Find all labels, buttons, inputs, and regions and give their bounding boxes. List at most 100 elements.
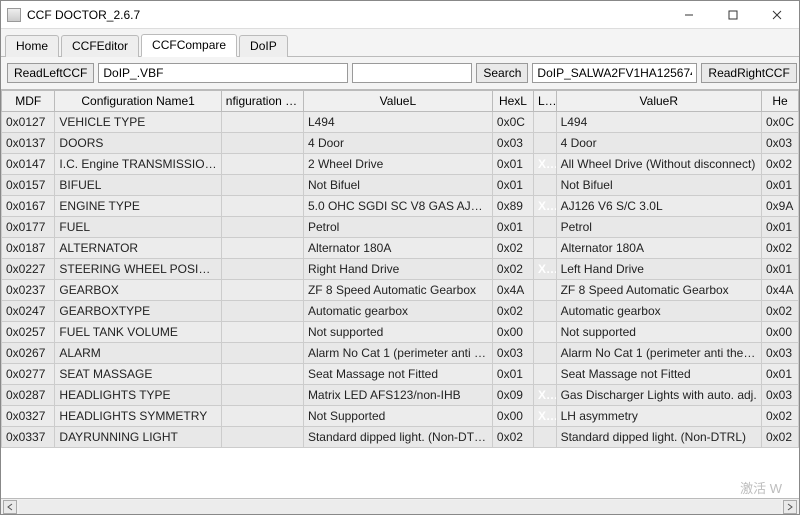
cell-value-l: Not Bifuel xyxy=(303,175,492,196)
cell-mdf: 0x0337 xyxy=(2,427,55,448)
cell-hex-l: 0x4A xyxy=(492,280,533,301)
cell-lr xyxy=(533,343,556,364)
cell-mdf: 0x0127 xyxy=(2,112,55,133)
col-hex-l[interactable]: HexL xyxy=(492,91,533,112)
tab-ccfcompare[interactable]: CCFCompare xyxy=(141,34,237,57)
table-row[interactable]: 0x0137DOORS4 Door0x034 Door0x03 xyxy=(2,133,799,154)
table-row[interactable]: 0x0167ENGINE TYPE5.0 OHC SGDI SC V8 GAS … xyxy=(2,196,799,217)
cell-value-r: Seat Massage not Fitted xyxy=(556,364,761,385)
window-title: CCF DOCTOR_2.6.7 xyxy=(27,8,140,22)
col-hex-r[interactable]: He xyxy=(761,91,798,112)
tab-home[interactable]: Home xyxy=(5,35,59,57)
cell-value-r: AJ126 V6 S/C 3.0L xyxy=(556,196,761,217)
cell-value-r: LH asymmetry xyxy=(556,406,761,427)
cell-config-name1: FUEL xyxy=(55,217,221,238)
cell-config-name2 xyxy=(221,406,303,427)
compare-toolbar: ReadLeftCCF Search ReadRightCCF xyxy=(1,57,799,90)
cell-mdf: 0x0147 xyxy=(2,154,55,175)
minimize-button[interactable] xyxy=(667,1,711,29)
cell-config-name2 xyxy=(221,301,303,322)
cell-config-name1: HEADLIGHTS TYPE xyxy=(55,385,221,406)
cell-mdf: 0x0237 xyxy=(2,280,55,301)
cell-hex-l: 0x01 xyxy=(492,175,533,196)
maximize-button[interactable] xyxy=(711,1,755,29)
cell-mdf: 0x0177 xyxy=(2,217,55,238)
col-value-l[interactable]: ValueL xyxy=(303,91,492,112)
cell-value-r: Petrol xyxy=(556,217,761,238)
cell-value-l: Seat Massage not Fitted xyxy=(303,364,492,385)
cell-hex-l: 0x00 xyxy=(492,406,533,427)
cell-hex-r: 0x01 xyxy=(761,175,798,196)
close-button[interactable] xyxy=(755,1,799,29)
app-icon xyxy=(7,8,21,22)
cell-hex-l: 0x89 xyxy=(492,196,533,217)
search-file-input[interactable] xyxy=(532,63,697,83)
cell-value-l: Alternator 180A xyxy=(303,238,492,259)
table-row[interactable]: 0x0327HEADLIGHTS SYMMETRYNot Supported0x… xyxy=(2,406,799,427)
cell-config-name2 xyxy=(221,154,303,175)
table-row[interactable]: 0x0227STEERING WHEEL POSITIONRight Hand … xyxy=(2,259,799,280)
spacer-input[interactable] xyxy=(352,63,472,83)
col-config-name2[interactable]: nfiguration Nam xyxy=(221,91,303,112)
table-row[interactable]: 0x0157BIFUELNot Bifuel0x01Not Bifuel0x01 xyxy=(2,175,799,196)
col-mdf[interactable]: MDF xyxy=(2,91,55,112)
cell-config-name2 xyxy=(221,343,303,364)
cell-value-r: Gas Discharger Lights with auto. adj. xyxy=(556,385,761,406)
cell-config-name1: STEERING WHEEL POSITION xyxy=(55,259,221,280)
cell-value-r: All Wheel Drive (Without disconnect) xyxy=(556,154,761,175)
left-file-input[interactable] xyxy=(98,63,348,83)
scroll-track[interactable] xyxy=(19,500,781,514)
cell-lr: XX xyxy=(533,259,556,280)
cell-config-name1: ENGINE TYPE xyxy=(55,196,221,217)
cell-config-name2 xyxy=(221,364,303,385)
cell-hex-l: 0x02 xyxy=(492,259,533,280)
cell-mdf: 0x0137 xyxy=(2,133,55,154)
table-row[interactable]: 0x0147I.C. Engine TRANSMISSION - ...2 Wh… xyxy=(2,154,799,175)
cell-hex-l: 0x02 xyxy=(492,427,533,448)
table-row[interactable]: 0x0127VEHICLE TYPEL4940x0CL4940x0C xyxy=(2,112,799,133)
cell-mdf: 0x0327 xyxy=(2,406,55,427)
cell-value-l: Right Hand Drive xyxy=(303,259,492,280)
table-row[interactable]: 0x0287HEADLIGHTS TYPEMatrix LED AFS123/n… xyxy=(2,385,799,406)
search-button[interactable]: Search xyxy=(476,63,528,83)
tab-ccfeditor[interactable]: CCFEditor xyxy=(61,35,139,57)
scroll-left-arrow-icon[interactable] xyxy=(3,500,17,514)
cell-hex-r: 0x02 xyxy=(761,154,798,175)
col-config-name1[interactable]: Configuration Name1 xyxy=(55,91,221,112)
table-row[interactable]: 0x0247GEARBOXTYPEAutomatic gearbox0x02Au… xyxy=(2,301,799,322)
tab-doip[interactable]: DoIP xyxy=(239,35,288,57)
table-row[interactable]: 0x0337DAYRUNNING LIGHTStandard dipped li… xyxy=(2,427,799,448)
horizontal-scrollbar[interactable] xyxy=(1,498,799,514)
cell-hex-l: 0x01 xyxy=(492,364,533,385)
cell-config-name1: BIFUEL xyxy=(55,175,221,196)
compare-grid[interactable]: MDF Configuration Name1 nfiguration Nam … xyxy=(1,90,799,498)
cell-hex-l: 0x01 xyxy=(492,217,533,238)
cell-lr xyxy=(533,217,556,238)
cell-mdf: 0x0267 xyxy=(2,343,55,364)
col-lr[interactable]: L|R xyxy=(533,91,556,112)
table-row[interactable]: 0x0187ALTERNATORAlternator 180A0x02Alter… xyxy=(2,238,799,259)
header-row[interactable]: MDF Configuration Name1 nfiguration Nam … xyxy=(2,91,799,112)
cell-lr xyxy=(533,112,556,133)
cell-value-r: Not Bifuel xyxy=(556,175,761,196)
read-left-ccf-button[interactable]: ReadLeftCCF xyxy=(7,63,94,83)
cell-lr xyxy=(533,364,556,385)
table-row[interactable]: 0x0257FUEL TANK VOLUMENot supported0x00N… xyxy=(2,322,799,343)
cell-hex-r: 0x02 xyxy=(761,238,798,259)
read-right-ccf-button[interactable]: ReadRightCCF xyxy=(701,63,796,83)
table-row[interactable]: 0x0237GEARBOXZF 8 Speed Automatic Gearbo… xyxy=(2,280,799,301)
table-row[interactable]: 0x0267ALARMAlarm No Cat 1 (perimeter ant… xyxy=(2,343,799,364)
cell-mdf: 0x0287 xyxy=(2,385,55,406)
table-row[interactable]: 0x0177FUELPetrol0x01Petrol0x01 xyxy=(2,217,799,238)
cell-mdf: 0x0167 xyxy=(2,196,55,217)
cell-hex-l: 0x02 xyxy=(492,238,533,259)
cell-value-r: Alternator 180A xyxy=(556,238,761,259)
cell-lr: XX xyxy=(533,406,556,427)
cell-lr xyxy=(533,301,556,322)
scroll-right-arrow-icon[interactable] xyxy=(783,500,797,514)
table-row[interactable]: 0x0277SEAT MASSAGESeat Massage not Fitte… xyxy=(2,364,799,385)
cell-hex-r: 0x01 xyxy=(761,259,798,280)
cell-config-name2 xyxy=(221,133,303,154)
col-value-r[interactable]: ValueR xyxy=(556,91,761,112)
cell-hex-r: 0x00 xyxy=(761,322,798,343)
